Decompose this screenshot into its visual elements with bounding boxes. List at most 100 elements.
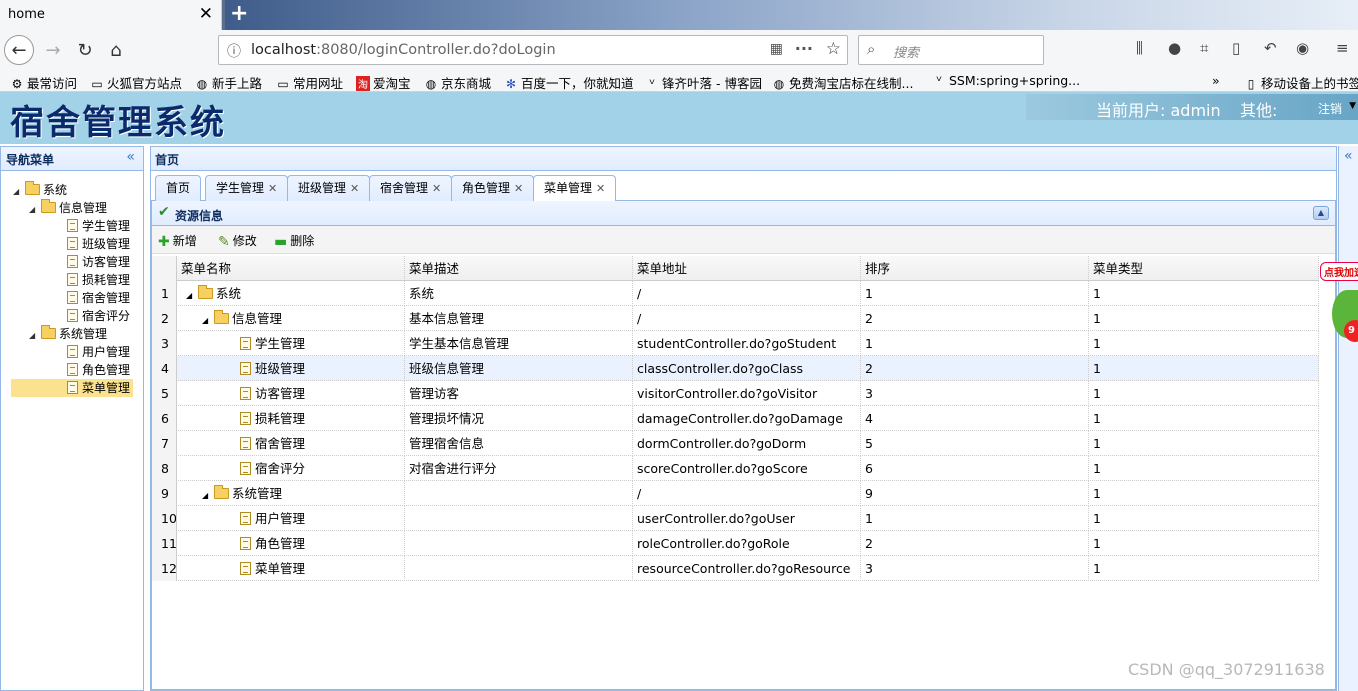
close-tab-icon[interactable]: ✕ xyxy=(268,182,277,195)
nav-tree-item[interactable]: 宿舍管理 xyxy=(45,289,130,307)
column-header[interactable]: 菜单类型 xyxy=(1089,256,1319,281)
forward-arrow-icon[interactable]: → xyxy=(38,35,68,65)
bookmark-item[interactable]: ⚙ 最常访问 xyxy=(10,73,77,92)
column-header[interactable]: 菜单描述 xyxy=(405,256,633,281)
add-button[interactable]: ✚ 新增 xyxy=(158,232,197,250)
column-header[interactable]: 排序 xyxy=(861,256,1089,281)
bookmark-item[interactable]: ⱽ SSM:spring+spring... xyxy=(932,73,1080,88)
chat-icon[interactable]: ● xyxy=(1168,39,1181,57)
bookmark-star-icon[interactable]: ☆ xyxy=(826,39,841,59)
nav-tree-item[interactable]: 损耗管理 xyxy=(45,271,130,289)
table-row[interactable]: 5 访客管理 管理访客 visitorController.do?goVisitor 3… xyxy=(152,381,1319,406)
menu-name-cell: 班级管理 xyxy=(177,356,405,381)
collapse-right-icon[interactable]: « xyxy=(1344,148,1353,164)
close-tab-icon[interactable]: ✕ xyxy=(514,182,523,195)
bookmark-item[interactable]: ▭ 常用网址 xyxy=(276,73,343,92)
column-header[interactable]: 菜单名称 xyxy=(177,256,405,281)
nav-tree-label: 信息管理 xyxy=(59,201,108,215)
table-row[interactable]: 12 菜单管理 resourceController.do?goResource 3 1 xyxy=(152,556,1319,581)
sidebar-icon[interactable]: ▯ xyxy=(1232,39,1240,57)
globe-icon: ◍ xyxy=(196,77,208,91)
bookmark-item[interactable]: ▭ 火狐官方站点 xyxy=(90,73,182,92)
nav-tree-item[interactable]: 访客管理 xyxy=(45,253,130,271)
qr-code-icon[interactable]: ▦ xyxy=(770,41,783,57)
more-bookmarks-icon[interactable]: » xyxy=(1212,73,1220,88)
nav-tree-item[interactable]: 班级管理 xyxy=(45,235,130,253)
bookmark-item[interactable]: ◍ 京东商城 xyxy=(424,73,491,92)
tab-item[interactable]: 班级管理 ✕ xyxy=(287,175,371,201)
page-actions-icon[interactable]: ··· xyxy=(795,39,813,58)
column-header[interactable]: 菜单地址 xyxy=(633,256,861,281)
library-icon[interactable]: ⫼ xyxy=(1136,39,1143,57)
delete-button[interactable]: ▬ 删除 xyxy=(274,232,314,250)
table-row[interactable]: 11 角色管理 roleController.do?goRole 2 1 xyxy=(152,531,1319,556)
bookmark-item[interactable]: ✻ 百度一下，你就知道 xyxy=(504,73,634,92)
table-row[interactable]: 3 学生管理 学生基本信息管理 studentController.do?goStud… xyxy=(152,331,1319,356)
crop-icon[interactable]: ⌗ xyxy=(1200,39,1208,57)
nav-tree-item[interactable]: 用户管理 xyxy=(45,343,130,361)
home-icon[interactable]: ⌂ xyxy=(101,35,131,65)
bookmark-item[interactable]: ◍ 新手上路 xyxy=(195,73,262,92)
table-row[interactable]: 1 ◢ 系统 系统/1 1 xyxy=(152,281,1319,306)
expand-toggle-icon[interactable]: ◢ xyxy=(13,183,25,201)
site-info-icon[interactable]: ⓘ xyxy=(227,41,241,61)
tab-item[interactable]: 菜单管理 ✕ xyxy=(533,175,617,202)
right-collapse-bar[interactable]: « xyxy=(1338,146,1358,691)
expand-toggle-icon[interactable]: ◢ xyxy=(202,483,214,506)
nav-tree-item[interactable]: 宿舍评分 xyxy=(45,307,130,325)
nav-tree-item[interactable]: 学生管理 xyxy=(45,217,130,235)
reload-icon[interactable]: ↻ xyxy=(70,35,100,65)
undo-icon[interactable]: ↶ xyxy=(1264,39,1277,57)
file-icon xyxy=(240,387,251,400)
table-row[interactable]: 2 ◢ 信息管理 基本信息管理/2 1 xyxy=(152,306,1319,331)
cell-url: studentController.do?goStudent xyxy=(633,331,861,356)
tab-item[interactable]: 首页 xyxy=(155,175,202,201)
collapse-left-icon[interactable]: « xyxy=(126,149,135,165)
collapse-panel-icon[interactable]: ▲ xyxy=(1313,206,1329,220)
chevron-down-icon[interactable]: ▼ xyxy=(1349,101,1356,111)
expand-toggle-icon[interactable]: ◢ xyxy=(29,327,41,345)
nav-tree-item[interactable]: ◢ 信息管理 xyxy=(29,199,107,217)
menu-name-cell: 学生管理 xyxy=(177,331,405,356)
cell-desc: 系统 xyxy=(405,281,633,306)
table-row[interactable]: 7 宿舍管理 管理宿舍信息 dormController.do?goDorm 5 1 xyxy=(152,431,1319,456)
back-arrow-icon[interactable]: ← xyxy=(4,35,34,65)
expand-toggle-icon[interactable]: ◢ xyxy=(202,308,214,331)
logout-link[interactable]: 注销 xyxy=(1318,100,1342,117)
tab-item[interactable]: 宿舍管理 ✕ xyxy=(369,175,453,201)
table-row[interactable]: 9 ◢ 系统管理/9 1 xyxy=(152,481,1319,506)
folder-icon xyxy=(41,325,56,339)
tab-item[interactable]: 角色管理 ✕ xyxy=(451,175,535,201)
table-row[interactable]: 10 用户管理 userController.do?goUser 1 1 xyxy=(152,506,1319,531)
floating-ad[interactable]: 点我加速 9 xyxy=(1318,262,1358,362)
url-bar[interactable]: ⓘ localhost:8080/loginController.do?doLo… xyxy=(218,35,848,65)
nav-tree-item[interactable]: 角色管理 xyxy=(45,361,130,379)
table-row[interactable]: 8 宿舍评分 对宿舍进行评分 scoreController.do?goScore 6 1 xyxy=(152,456,1319,481)
close-tab-icon[interactable]: ✕ xyxy=(199,4,213,24)
nav-tree-item[interactable]: ◢ 系统管理 xyxy=(29,325,107,343)
cell-mtype: 1 xyxy=(1089,456,1319,481)
close-tab-icon[interactable]: ✕ xyxy=(596,182,605,195)
nav-tree-item[interactable]: ◢ 系统 xyxy=(13,181,67,199)
edit-button[interactable]: ✎ 修改 xyxy=(218,232,257,250)
new-tab-icon[interactable]: + xyxy=(230,1,248,26)
bookmark-item[interactable]: ▯ 移动设备上的书签 xyxy=(1244,73,1358,92)
table-row[interactable]: 6 损耗管理 管理损坏情况 damageController.do?goDamage 4… xyxy=(152,406,1319,431)
bookmark-item[interactable]: ◍ 免费淘宝店标在线制... xyxy=(772,73,914,92)
url-text[interactable]: localhost:8080/loginController.do?doLogi… xyxy=(251,42,556,58)
close-tab-icon[interactable]: ✕ xyxy=(432,182,441,195)
table-row[interactable]: 4 班级管理 班级信息管理 classController.do?goClass 2 1 xyxy=(152,356,1319,381)
bookmark-item[interactable]: ⱽ 锋齐叶落 - 博客园 xyxy=(645,73,762,92)
close-tab-icon[interactable]: ✕ xyxy=(350,182,359,195)
nav-tree-item[interactable]: 菜单管理 xyxy=(11,379,133,397)
cell-url: classController.do?goClass xyxy=(633,356,861,381)
expand-toggle-icon[interactable]: ◢ xyxy=(186,283,198,306)
menu-icon[interactable]: ≡ xyxy=(1336,39,1349,57)
expand-toggle-icon[interactable]: ◢ xyxy=(29,201,41,219)
bookmark-item[interactable]: 淘爱淘宝 xyxy=(356,73,411,92)
account-icon[interactable]: ◉ xyxy=(1296,39,1309,57)
tab-item[interactable]: 学生管理 ✕ xyxy=(205,175,289,201)
cell-sort: 6 xyxy=(861,456,1089,481)
search-box[interactable]: ⌕ 搜索 xyxy=(858,35,1044,65)
browser-tab[interactable]: home ✕ xyxy=(0,0,222,30)
